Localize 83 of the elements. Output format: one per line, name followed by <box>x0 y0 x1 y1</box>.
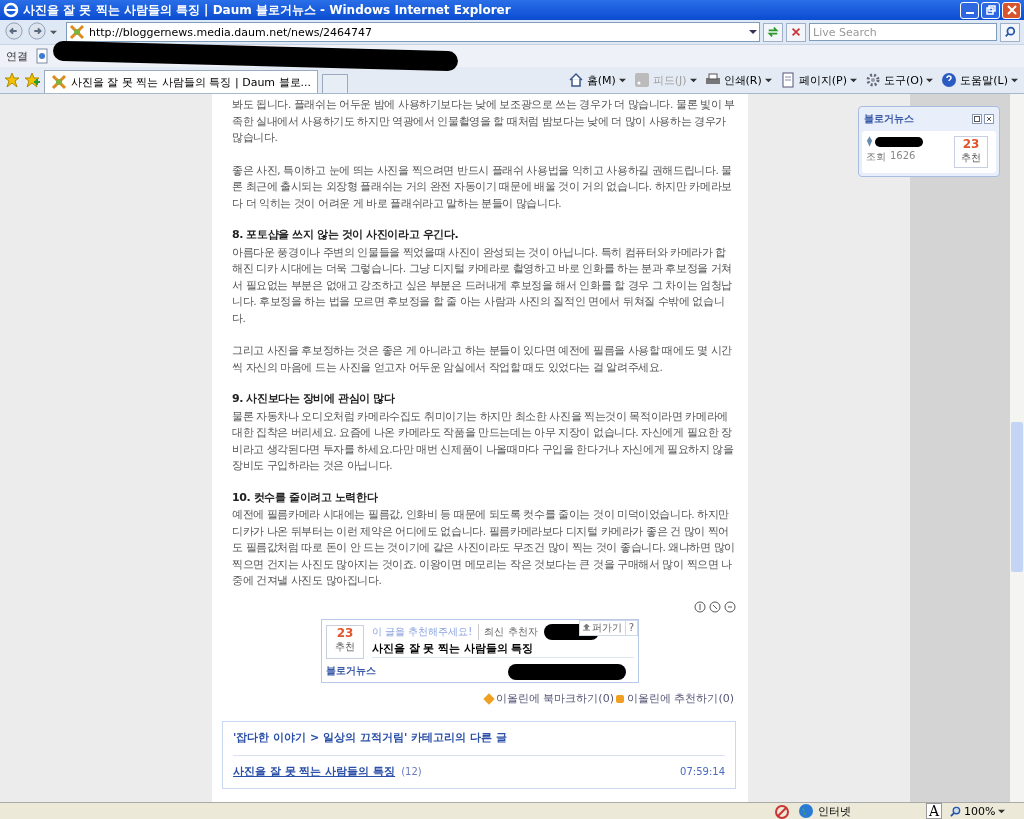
refresh-button[interactable] <box>763 22 783 42</box>
widget-title: 블로거뉴스 <box>864 112 914 126</box>
minimize-icon <box>965 12 974 14</box>
views-count: 1626 <box>890 150 916 163</box>
body-paragraph: 좋은 사진, 특이하고 눈에 띄는 사진을 찍으려면 반드시 플래쉬 사용법을 익히고 사용하길 권해드립니다. 물론 최근에 출시되는 외장형 플래쉬는 거의 완전 자동이기 때문에 배울 것이 거의 없습니다. 하지만 카메라보다 더 익히는 것이 어려운 게 바로 플래쉬라고 말하는 분들이 많습니다. <box>232 162 733 211</box>
comment-count: (12) <box>401 764 422 779</box>
house-icon <box>567 72 584 88</box>
close-button[interactable] <box>1002 1 1021 19</box>
section-heading: 8. 포토샵을 쓰지 않는 것이 사진이라고 우긴다. <box>232 227 460 243</box>
magnifier-icon <box>950 805 961 817</box>
caret-icon <box>764 76 772 84</box>
section-heading: 10. 컷수를 줄이려고 노력한다 <box>232 489 379 506</box>
views-label: 조회 <box>866 150 886 164</box>
caret-icon <box>1011 76 1018 84</box>
tools-button[interactable]: 도구(O) <box>863 72 936 88</box>
help-button[interactable]: 도움말(L) <box>939 72 1020 88</box>
restore-icon <box>985 5 996 15</box>
search-icon <box>1004 26 1016 38</box>
minimize-button[interactable] <box>960 1 979 19</box>
close-icon[interactable] <box>984 114 994 124</box>
pen-icon <box>866 136 873 147</box>
help-icon <box>941 72 958 88</box>
caret-icon <box>618 76 626 84</box>
recommend-button[interactable]: 23 추천 <box>954 136 988 168</box>
caret-icon <box>998 807 1006 815</box>
page-icon <box>779 72 796 88</box>
add-favorite-icon[interactable] <box>24 72 40 88</box>
caret-icon[interactable] <box>749 28 757 36</box>
eolin-link[interactable]: 이올린에 북마크하기(0) <box>484 690 614 707</box>
body-paragraph: 아름다운 풍경이나 주변의 인물들을 찍었을때 사진이 완성되는 것이 아닙니다. 특히 컴퓨터와 카메라가 합해진 디카 시대에는 더욱 그렇습니다. 그냥 디지털 카메라로 촬영하고 바로 인화를 하는 분과 후보정을 거쳐서 필요없는 부분은 없애고 강조하고 싶은 부분은 드러내게 후보정을 해서 인화를 할 경우 그 차이는 엄청납니다. 후보정을 하는 법을 모르면 후보정을 할 줄 아는 사람과 사진의 질적인 면에서 뒤쳐질 수밖에 없습니다. <box>232 244 733 326</box>
upload-icon <box>582 624 590 631</box>
text-size-button[interactable]: A <box>925 803 942 819</box>
brand-label: 블로거뉴스 <box>326 664 376 679</box>
body-paragraph: 그리고 사진을 후보정하는 것은 좋은 게 아니라고 하는 분들이 있다면 예전에 필름을 사용할 때에도 몇 시간씩 자신의 마음에 드는 사진을 얻고자 어두운 암실에서 작업할 때도 있었다는 걸 알려주세요. <box>232 343 733 375</box>
refresh-icon <box>767 26 779 38</box>
feed-icon <box>633 72 650 88</box>
forward-button[interactable] <box>27 22 47 42</box>
recent-recommender-label: 최신 추천자 <box>478 623 538 640</box>
recommend-button[interactable]: 23 추천 <box>326 624 364 659</box>
page-icon[interactable] <box>34 48 50 64</box>
thumb-icon <box>615 694 624 703</box>
post-link[interactable]: 사진을 잘 못 찍는 사람들의 특징 <box>233 763 396 780</box>
body-paragraph: 봐도 됩니다. 플래쉬는 어두운 밤에 사용하기보다는 낮에 보조광으로 쓰는 경우가 더 많습니다. 물론 빛이 부족한 실내에서 사용하기도 하지만 역광에서 인물촬영을 할 때처럼 밤보다는 낮에 더 많이 사용하는 경우가 많습니다. <box>232 97 736 145</box>
back-button[interactable] <box>4 22 24 42</box>
window-title: 사진을 잘 못 찍는 사람들의 특징 | Daum 블로거뉴스 - Windows Internet Explorer <box>23 1 512 19</box>
section-heading: 9. 사진보다는 장비에 관심이 많다 <box>232 391 396 407</box>
maximize-icon[interactable] <box>972 114 982 124</box>
recommend-post-title: 사진을 잘 못 찍는 사람들의 특징 <box>372 640 634 658</box>
stop-icon <box>790 26 802 38</box>
search-button[interactable] <box>1000 22 1020 42</box>
gear-icon <box>865 72 882 88</box>
caret-icon <box>850 76 858 84</box>
caret-icon[interactable] <box>50 28 57 36</box>
browser-tab[interactable]: 사진을 잘 못 찍는 사람들의 특징 | Daum 블로... <box>44 70 319 93</box>
redaction-mark <box>875 136 923 147</box>
restore-button[interactable] <box>981 1 1000 19</box>
search-field[interactable]: Live Search <box>809 23 997 41</box>
scrollbar[interactable] <box>1010 94 1024 802</box>
eolin-link[interactable]: 이올린에 추천하기(0) <box>615 690 734 707</box>
url-text: http://bloggernews.media.daum.net/news/2464747 <box>89 25 374 39</box>
page-button[interactable]: 페이지(P) <box>777 72 860 88</box>
body-paragraph: 물론 자동차나 오디오처럼 카메라수집도 취미이기는 하지만 최소한 사진을 찍는것이 목적이라면 카메라에 대한 집착은 버리세요. 요즘에 나온 카메라도 작품을 만드는데는 아무 지장이 없습니다. 자신에게 필요한 장비라고 생각된다면 투자를 하세요.다만 매번 신제품이 나올때마다 구입을 한다거나 자신에게 필요하지 않을 장비도 구입하라는 것은 아닙니다. <box>232 408 735 473</box>
body-paragraph: 예전에 필름카메라 시대에는 필름값, 인화비 등 때문에 되도록 컷수를 줄이는 것이 미덕이었습니다. 하지만 디카가 나온 뒤부터는 이런 제약은 어디에도 없습니다. 필름카메라보다 디지털 카메라가 좋은 건 많이 찍어도 필름값처럼 따로 돈이 안 드는 것이기에 같은 사진이라도 무조건 많이 찍는 것이 좋습니다. 왜냐하면 많이 찍으면 건지는 사진도 많아지는 것이죠. 이왕이면 메모리는 작은 것보다는 큰 것을 구매해서 많이 찍으면 나중에 건져낼 사진도 많아집니다. <box>232 507 736 588</box>
post-time: 07:59:14 <box>680 764 725 779</box>
caret-icon <box>689 76 697 84</box>
browser-logo-icon <box>3 2 19 18</box>
stop-button[interactable] <box>786 22 806 42</box>
site-icon <box>69 24 85 40</box>
site-icon <box>51 74 67 90</box>
home-button[interactable]: 홈(M) <box>565 72 628 88</box>
links-label: 연결 <box>6 48 28 64</box>
license-icons <box>694 600 736 613</box>
category-heading: '잡다한 이야기 > 일상의 끄적거림' 카테고리의 다른 글 <box>233 722 725 756</box>
globe-icon <box>797 803 814 819</box>
close-icon <box>1006 5 1017 15</box>
recommend-prompt: 이 글을 추천해주세요! <box>372 624 473 639</box>
address-field[interactable]: http://bloggernews.media.daum.net/news/2464747 <box>66 22 760 42</box>
zoom-button[interactable]: 100% <box>950 804 1020 818</box>
caret-icon <box>926 76 934 84</box>
zone-label: 인터넷 <box>817 803 851 819</box>
star-icon[interactable] <box>4 72 20 88</box>
blocked-icon <box>773 803 790 819</box>
print-button[interactable]: 인쇄(R) <box>702 72 774 88</box>
